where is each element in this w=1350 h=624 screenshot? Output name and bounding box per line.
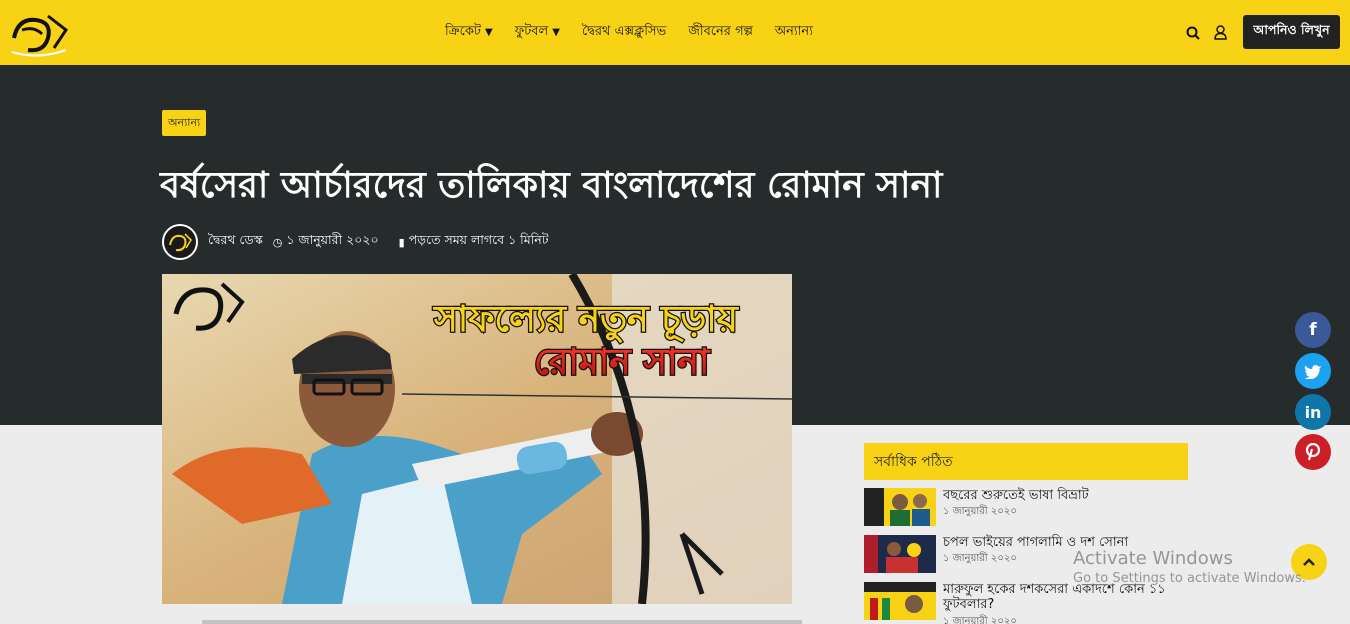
author-avatar[interactable] [162,224,198,260]
twitter-icon [1304,364,1321,379]
write-button[interactable]: আপনিও লিখুন [1243,15,1340,49]
publish-date: ◷ ১ জানুয়ারী ২০২০ [273,232,389,252]
nav-cricket-label: ক্রিকেট [445,24,481,39]
twitter-share-button[interactable] [1295,353,1331,389]
feature-image: সাফল্যের নতুন চূড়ায় রোমান সানা [162,274,792,604]
article-thumbnail[interactable] [864,488,936,526]
most-read-date: ১ জানুয়ারী ২০২০ [943,616,1017,624]
site-logo[interactable] [8,8,72,60]
most-read-date: ১ জানুয়ারী ২০২০ [943,553,1017,564]
user-icon[interactable] [1214,25,1227,40]
most-read-heading: সর্বাধিক পঠিত [864,443,1188,480]
chevron-down-icon: ▼ [485,27,493,38]
facebook-icon: f [1309,320,1317,340]
article-thumbnail[interactable] [864,535,936,573]
book-icon: ▮ [398,235,405,249]
logo-icon [169,233,193,252]
nav-others-label: অন্যান্য [774,24,813,39]
search-icon[interactable] [1186,26,1200,40]
article-title: বর্ষসেরা আর্চারদের তালিকায় বাংলাদেশের র… [160,165,943,206]
nav-life-stories[interactable]: জীবনের গল্প [688,22,753,43]
author-name[interactable]: দ্বৈরথ ডেস্ক [208,232,263,252]
nav-others[interactable]: অন্যান্য [775,22,813,43]
linkedin-icon: in [1304,402,1322,422]
pinterest-share-button[interactable] [1295,434,1331,470]
most-read-title[interactable]: মারুফুল হকের দশকসেরা একাদশে কোন ১১ ফুটবল… [943,582,1193,612]
image-headline-bottom: রোমান সানা [534,342,711,383]
nav-football[interactable]: ফুটবল ▼ [515,22,560,43]
image-headline-top: সাফল্যের নতুন চূড়ায় [432,299,740,343]
watermark-subtitle: Go to Settings to activate Windows. [1073,571,1306,586]
linkedin-share-button[interactable]: in [1295,394,1331,430]
clock-icon: ◷ [272,235,283,249]
windows-activation-watermark: Activate Windows Go to Settings to activ… [1073,548,1306,586]
nav-football-label: ফুটবল [514,24,549,39]
nav-cricket[interactable]: ক্রিকেট ▼ [445,22,493,43]
read-time-text: পড়তে সময় লাগবে ১ মিনিট [408,232,549,247]
main-nav: ক্রিকেট ▼ ফুটবল ▼ দ্বৈরথ এক্সক্লুসিভ জীব… [445,0,835,65]
watermark-title: Activate Windows [1073,548,1233,569]
nav-exclusive[interactable]: দ্বৈরথ এক্সক্লুসিভ [582,22,666,43]
category-badge[interactable]: অন্যান্য [162,110,207,136]
article-meta: দ্বৈরথ ডেস্ক ◷ ১ জানুয়ারী ২০২০ ▮ পড়তে … [162,224,569,260]
read-time: ▮ পড়তে সময় লাগবে ১ মিনিট [399,232,559,252]
site-header: ক্রিকেট ▼ ফুটবল ▼ দ্বৈরথ এক্সক্লুসিভ জীব… [0,0,1350,65]
facebook-share-button[interactable]: f [1295,312,1331,348]
most-read-date: ১ জানুয়ারী ২০২০ [943,506,1017,517]
most-read-title[interactable]: বছরের শুরুতেই ভাষা বিভ্রাট [943,488,1193,503]
most-read-item[interactable]: বছরের শুরুতেই ভাষা বিভ্রাট ১ জানুয়ারী ২… [864,488,1194,528]
publish-date-text: ১ জানুয়ারী ২০২০ [286,232,379,247]
article-thumbnail[interactable] [864,582,936,620]
nav-life-stories-label: জীবনের গল্প [688,24,753,39]
article-body-start [202,620,802,624]
most-read-item[interactable]: মারুফুল হকের দশকসেরা একাদশে কোন ১১ ফুটবল… [864,582,1194,624]
nav-exclusive-label: দ্বৈরথ এক্সক্লুসিভ [581,24,667,39]
chevron-down-icon: ▼ [552,27,560,38]
pinterest-icon [1305,443,1321,461]
